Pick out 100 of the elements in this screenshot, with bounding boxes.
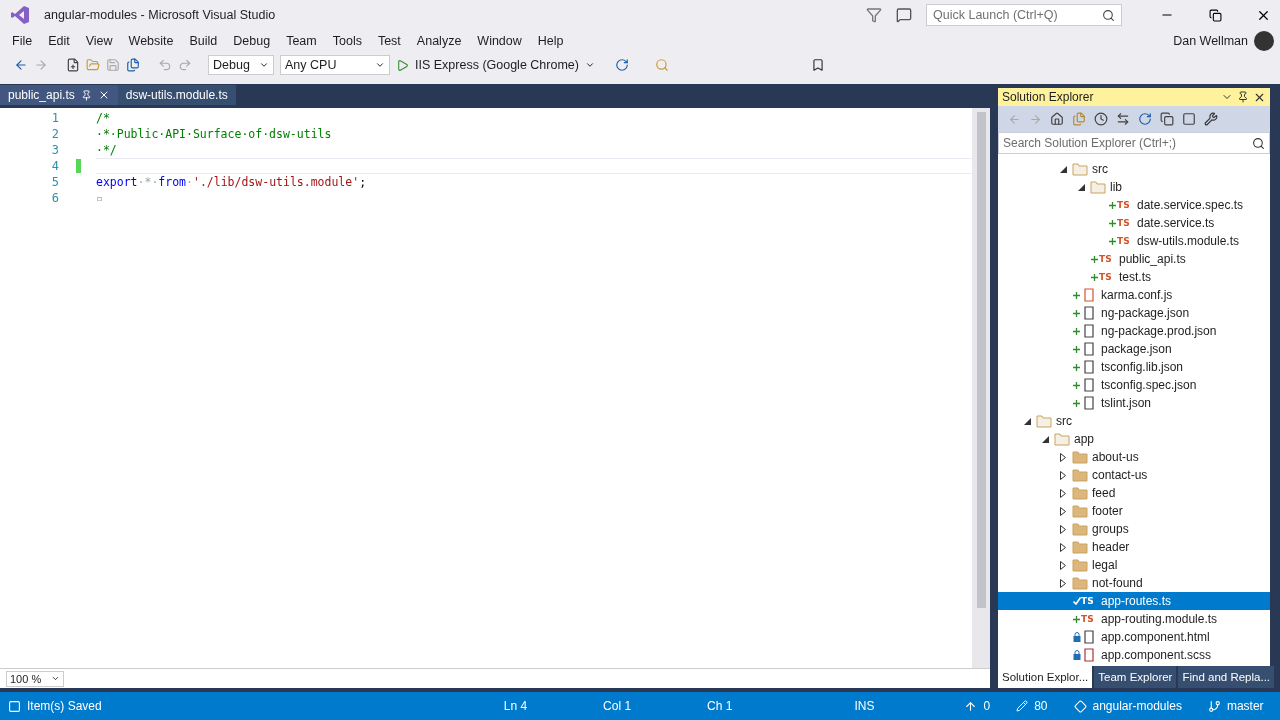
menu-item[interactable]: Help: [529, 34, 572, 48]
quick-launch-field[interactable]: Quick Launch (Ctrl+Q): [926, 4, 1122, 26]
caret-icon[interactable]: [259, 60, 269, 70]
tree-item[interactable]: header: [998, 538, 1270, 556]
refresh-icon[interactable]: [1138, 112, 1152, 126]
collapsed-arrow-icon[interactable]: [1060, 452, 1066, 462]
tree-item[interactable]: app.component.scss: [998, 646, 1270, 664]
search-icon[interactable]: [1252, 136, 1265, 150]
menu-item[interactable]: Website: [120, 34, 182, 48]
tree-item[interactable]: contact-us: [998, 466, 1270, 484]
branch-icon[interactable]: [1207, 699, 1221, 713]
configuration-dropdown[interactable]: Debug: [208, 55, 274, 75]
avatar[interactable]: [1254, 31, 1274, 51]
tree-item[interactable]: ng-package.prod.json: [998, 322, 1270, 340]
tree-item[interactable]: TS app-routing.module.ts: [998, 610, 1270, 628]
editor-tab[interactable]: public_api.ts: [0, 85, 118, 105]
tree-item[interactable]: TS dsw-utils.module.ts: [998, 232, 1270, 250]
home-icon[interactable]: [1050, 112, 1064, 126]
tree-item[interactable]: TS app-routes.ts: [998, 592, 1270, 610]
tree-item[interactable]: not-found: [998, 574, 1270, 592]
tree-item[interactable]: TS public_api.ts: [998, 250, 1270, 268]
tree-item[interactable]: TS test.ts: [998, 268, 1270, 286]
pencil-icon[interactable]: [1016, 700, 1029, 712]
tree-item[interactable]: legal: [998, 556, 1270, 574]
tree-item[interactable]: TS date.service.ts: [998, 214, 1270, 232]
restore-icon[interactable]: [1208, 8, 1222, 22]
properties-icon[interactable]: [1204, 112, 1218, 126]
caret-icon[interactable]: [375, 60, 385, 70]
pin-icon[interactable]: [80, 89, 92, 101]
platform-dropdown[interactable]: Any CPU: [280, 55, 390, 75]
pin-icon[interactable]: [1237, 91, 1249, 103]
bookmark-icon[interactable]: [810, 58, 825, 72]
filter-icon[interactable]: [866, 7, 882, 23]
tree-item[interactable]: src: [998, 412, 1270, 430]
pending-changes-icon[interactable]: [1094, 112, 1108, 126]
collapsed-arrow-icon[interactable]: [1060, 578, 1066, 588]
tree-item[interactable]: app.component.html: [998, 628, 1270, 646]
repository-name[interactable]: angular-modules: [1092, 699, 1182, 713]
tree-item[interactable]: tsconfig.spec.json: [998, 376, 1270, 394]
refresh-icon[interactable]: [614, 58, 629, 72]
caret-icon[interactable]: [584, 60, 595, 70]
tree-item[interactable]: tslint.json: [998, 394, 1270, 412]
scrollbar[interactable]: [972, 108, 990, 668]
changes-count[interactable]: 80: [1034, 699, 1048, 713]
editor-tab[interactable]: dsw-utils.module.ts: [117, 85, 236, 105]
collapsed-arrow-icon[interactable]: [1060, 560, 1066, 570]
caret-icon[interactable]: [51, 674, 60, 683]
tree-item[interactable]: karma.conf.js: [998, 286, 1270, 304]
feedback-icon[interactable]: [896, 7, 912, 23]
collapsed-arrow-icon[interactable]: [1060, 488, 1066, 498]
tree-item[interactable]: feed: [998, 484, 1270, 502]
tree-item[interactable]: footer: [998, 502, 1270, 520]
play-icon[interactable]: [396, 58, 409, 72]
menu-item[interactable]: Edit: [40, 34, 78, 48]
switch-views-icon[interactable]: [1072, 112, 1086, 126]
menu-item[interactable]: Debug: [225, 34, 279, 48]
menu-item[interactable]: Window: [469, 34, 530, 48]
menu-item[interactable]: Team: [278, 34, 325, 48]
branch-name[interactable]: master: [1226, 699, 1264, 713]
new-file-icon[interactable]: [66, 58, 80, 72]
menu-item[interactable]: Build: [181, 34, 226, 48]
collapsed-arrow-icon[interactable]: [1060, 524, 1066, 534]
collapsed-arrow-icon[interactable]: [1060, 542, 1066, 552]
menu-item[interactable]: Test: [369, 34, 409, 48]
zoom-dropdown[interactable]: 100 %: [6, 670, 64, 687]
file-icon: [1081, 360, 1097, 374]
menu-item[interactable]: Analyze: [408, 34, 470, 48]
menu-item[interactable]: File: [4, 34, 41, 48]
repository-icon[interactable]: [1073, 699, 1087, 713]
tree-item[interactable]: about-us: [998, 448, 1270, 466]
menu-item[interactable]: View: [77, 34, 121, 48]
tree-item[interactable]: src: [998, 160, 1270, 178]
unpushed-count[interactable]: 0: [983, 699, 991, 713]
tree-item[interactable]: TS date.service.spec.ts: [998, 196, 1270, 214]
search-icon[interactable]: [1102, 8, 1115, 22]
panel-tab[interactable]: Solution Explor...: [998, 666, 1093, 688]
search-field[interactable]: Search Solution Explorer (Ctrl+;): [998, 132, 1270, 154]
tree-item[interactable]: package.json: [998, 340, 1270, 358]
tree-item[interactable]: ng-package.json: [998, 304, 1270, 322]
up-arrow-icon[interactable]: [964, 699, 978, 713]
run-button[interactable]: IIS Express (Google Chrome): [415, 58, 579, 72]
expanded-arrow-icon[interactable]: [1077, 183, 1085, 191]
file-icon: [1081, 378, 1097, 392]
tree-item[interactable]: tsconfig.lib.json: [998, 358, 1270, 376]
tree-item[interactable]: groups: [998, 520, 1270, 538]
expanded-arrow-icon[interactable]: [1059, 165, 1067, 173]
menu-item[interactable]: Tools: [324, 34, 370, 48]
back-icon[interactable]: [14, 58, 28, 72]
save-all-icon[interactable]: [126, 58, 140, 72]
expanded-arrow-icon[interactable]: [1023, 417, 1031, 425]
folder-icon: [1072, 576, 1088, 590]
tree-item[interactable]: app: [998, 430, 1270, 448]
sync-icon[interactable]: [1116, 112, 1130, 126]
panel-tab[interactable]: Team Explorer: [1094, 666, 1177, 688]
panel-tab[interactable]: Find and Repla...: [1178, 666, 1275, 688]
tree-item[interactable]: lib: [998, 178, 1270, 196]
collapsed-arrow-icon[interactable]: [1060, 506, 1066, 516]
expanded-arrow-icon[interactable]: [1041, 435, 1049, 443]
collapsed-arrow-icon[interactable]: [1060, 470, 1066, 480]
user-name[interactable]: Dan Wellman: [1173, 34, 1248, 48]
